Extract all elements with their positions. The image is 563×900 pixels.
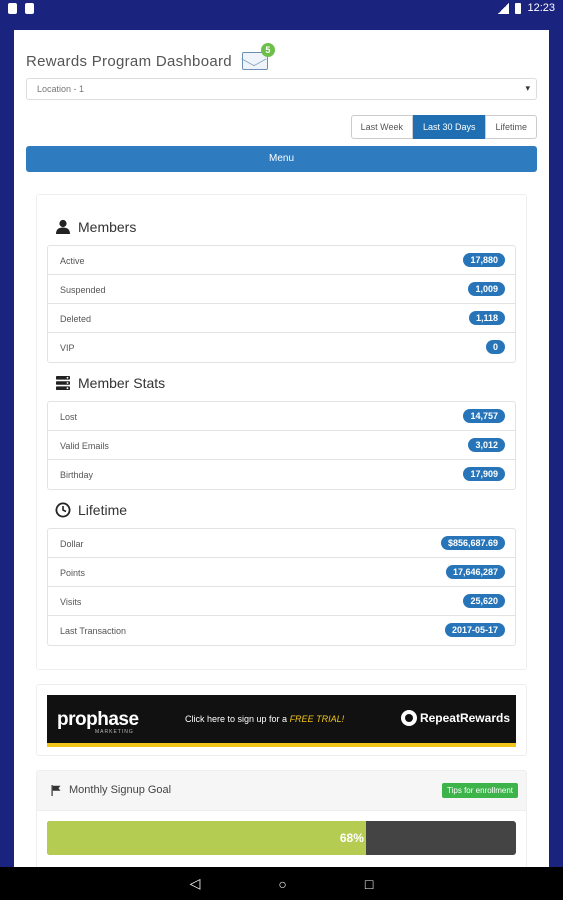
list-item: Points 17,646,287 [48, 558, 515, 587]
dropdown-caret-icon: ▾ [525, 83, 530, 93]
stats-panel: Members Active 17,880 Suspended 1,009 Dele… [36, 194, 527, 670]
server-stack-icon [56, 376, 70, 390]
count-badge: 1,118 [468, 311, 505, 325]
count-badge: 2017-05-17 [444, 623, 505, 637]
clock-icon [55, 502, 71, 518]
notification-icon [8, 3, 17, 14]
prophase-logo: prophase [57, 709, 139, 730]
back-icon[interactable]: ◁ [190, 875, 201, 892]
range-last-week-button[interactable]: Last Week [350, 115, 413, 139]
list-item: Suspended 1,009 [48, 275, 515, 304]
list-item: Valid Emails 3,012 [48, 431, 515, 460]
page-title: Rewards Program Dashboard [26, 52, 232, 70]
repeat-rewards-logo: RepeatRewards [400, 710, 510, 726]
android-nav-bar: ◁ ○ □ [0, 867, 563, 900]
free-trial-banner[interactable]: prophase MARKETING Click here to sign up… [47, 695, 516, 747]
list-item: Dollar $856,687.69 [48, 529, 515, 558]
message-count-badge: 5 [260, 43, 275, 57]
signal-icon [498, 2, 510, 14]
list-item: Lost 14,757 [48, 402, 515, 431]
goal-header: Monthly Signup Goal Tips for enrollment [37, 771, 526, 811]
member-stats-title: Member Stats [78, 375, 166, 391]
member-stats-list: Lost 14,757 Valid Emails 3,012 Birthday 17,… [47, 401, 516, 490]
lifetime-list: Dollar $856,687.69 Points 17,646,287 Visit… [47, 528, 516, 646]
list-item: Last Transaction 2017-05-17 [48, 616, 515, 645]
user-icon [56, 219, 70, 234]
tips-for-enrollment-button[interactable]: Tips for enrollment [442, 783, 518, 798]
count-badge: 14,757 [463, 409, 505, 423]
free-trial-text: FREE TRIAL! [289, 714, 345, 724]
member-stats-heading: Member Stats [55, 375, 165, 391]
count-badge: 1,009 [468, 282, 505, 296]
dashboard-card: Rewards Program Dashboard 5 Location - 1… [14, 30, 549, 867]
goal-title: Monthly Signup Goal [69, 784, 172, 796]
count-badge: $856,687.69 [440, 536, 505, 550]
range-last-30-days-button[interactable]: Last 30 Days [412, 115, 486, 139]
signup-progress-bar: 68% [47, 821, 516, 855]
recents-icon[interactable]: □ [365, 876, 373, 892]
count-badge: 17,646,287 [445, 565, 505, 579]
list-item: Visits 25,620 [48, 587, 515, 616]
sd-card-icon [25, 3, 34, 14]
repeat-rewards-icon [400, 710, 417, 726]
date-range-toggle: Last Week Last 30 Days Lifetime [350, 115, 537, 139]
count-badge: 0 [485, 340, 505, 354]
list-item: VIP 0 [48, 333, 515, 362]
messages-envelope-icon[interactable]: 5 [241, 43, 275, 70]
battery-icon [515, 2, 522, 14]
count-badge: 17,909 [463, 467, 505, 481]
location-select[interactable]: Location - 1 ▾ [26, 78, 537, 100]
progress-fill: 68% [47, 821, 366, 855]
home-icon[interactable]: ○ [278, 876, 286, 892]
flag-icon [51, 784, 61, 796]
status-time: 12:23 [527, 2, 555, 14]
page-header: Rewards Program Dashboard 5 [26, 43, 275, 70]
list-item: Birthday 17,909 [48, 460, 515, 489]
location-selected-value: Location - 1 [37, 84, 85, 94]
menu-button[interactable]: Menu [26, 146, 537, 172]
goal-title-wrap: Monthly Signup Goal [51, 784, 171, 796]
members-heading: Members [55, 219, 136, 235]
promo-banner-container: prophase MARKETING Click here to sign up… [36, 684, 527, 756]
count-badge: 17,880 [463, 253, 505, 267]
count-badge: 3,012 [468, 438, 505, 452]
range-lifetime-button[interactable]: Lifetime [485, 115, 537, 139]
list-item: Active 17,880 [48, 246, 515, 275]
lifetime-title: Lifetime [78, 502, 128, 518]
members-list: Active 17,880 Suspended 1,009 Deleted 1,118… [47, 245, 516, 363]
list-item: Deleted 1,118 [48, 304, 515, 333]
members-title: Members [78, 219, 137, 235]
progress-percent: 68% [339, 831, 364, 845]
count-badge: 25,620 [463, 594, 505, 608]
banner-cta-text: Click here to sign up for a FREE TRIAL! [185, 714, 345, 724]
status-bar: 12:23 [0, 0, 563, 18]
monthly-goal-panel: Monthly Signup Goal Tips for enrollment … [36, 770, 527, 867]
lifetime-heading: Lifetime [55, 502, 127, 518]
prophase-logo-subtitle: MARKETING [95, 729, 134, 735]
